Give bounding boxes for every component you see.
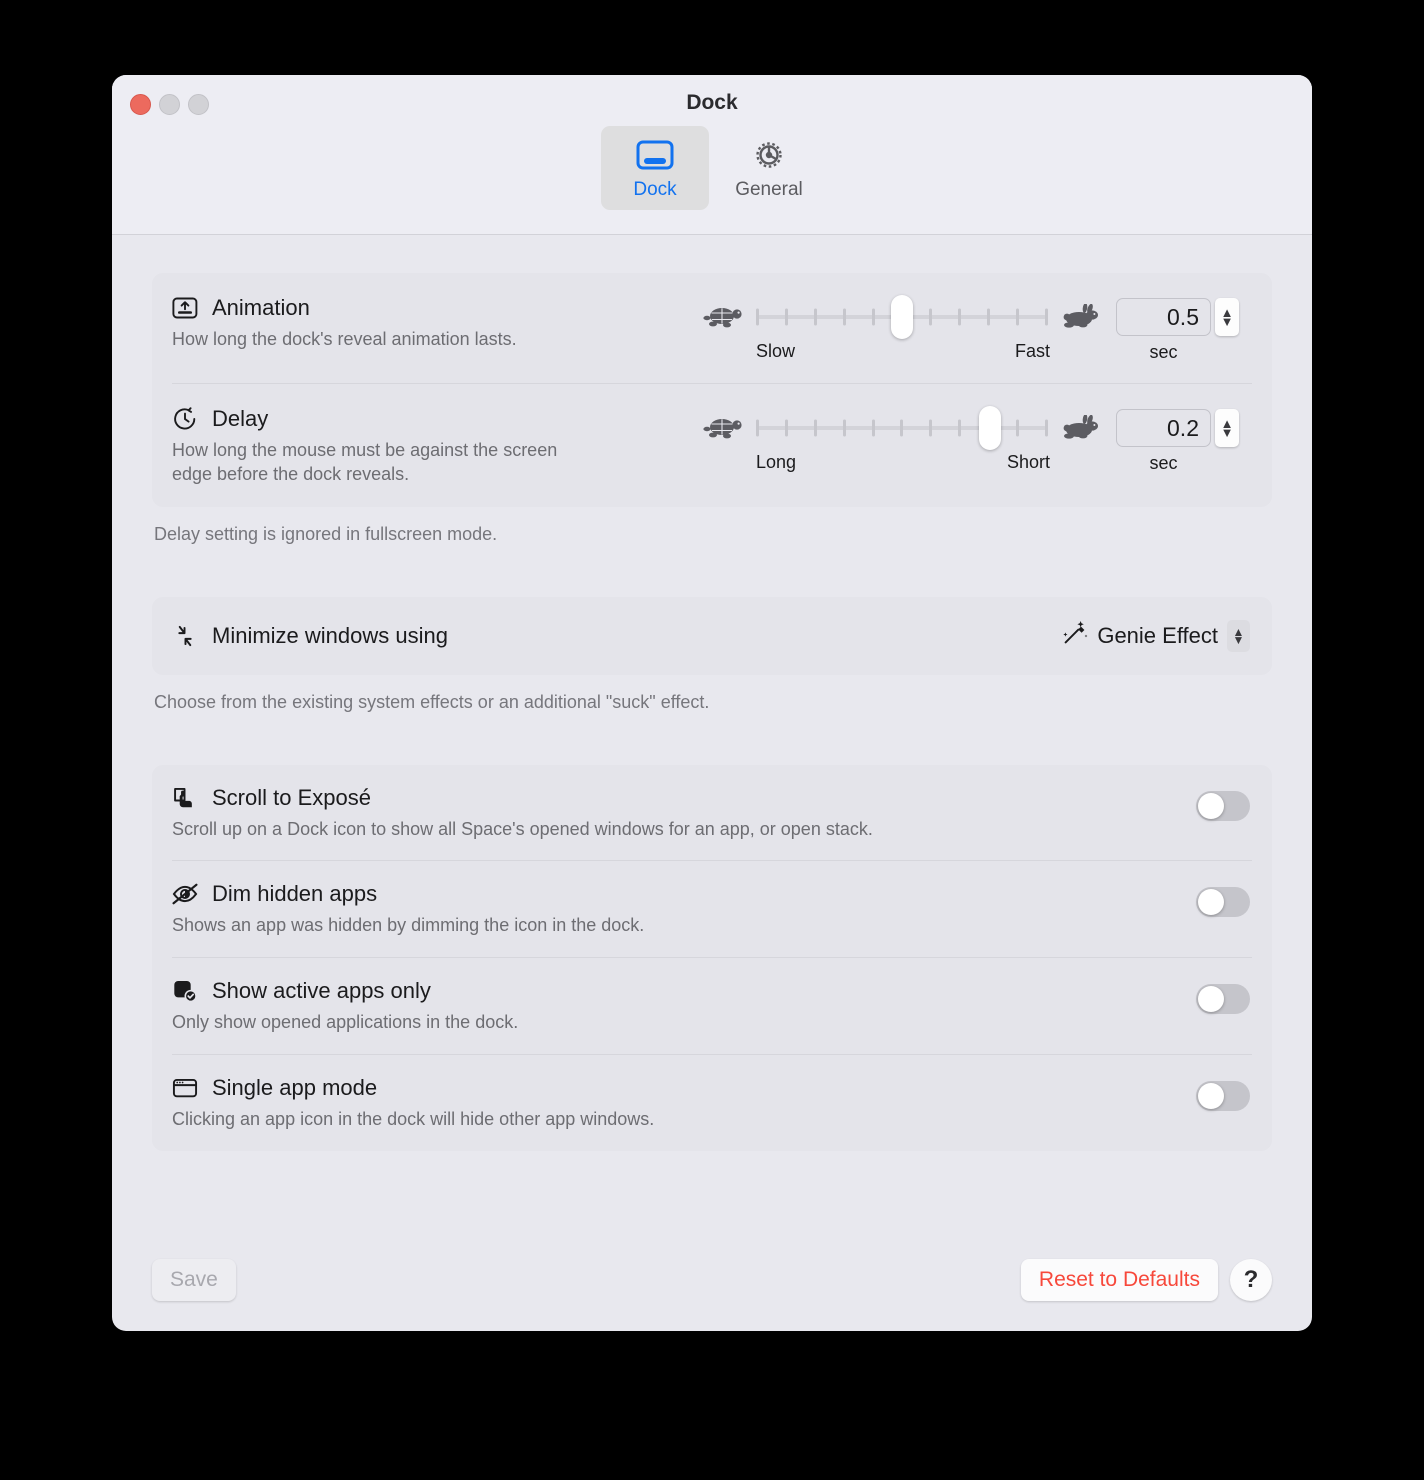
tab-general[interactable]: General [715,126,823,210]
titlebar: Dock Dock General [112,75,1312,235]
animation-unit-label: sec [1149,342,1178,362]
minimize-caption: Choose from the existing system effects … [154,691,710,712]
gear-icon [751,137,787,173]
minimize-info: Minimize windows using [172,623,1062,649]
timing-card: Animation How long the dock's reveal ani… [152,273,1272,507]
delay-value-input[interactable]: 0.2 [1116,409,1211,447]
animation-slider-min-label: Slow [756,341,796,361]
delay-stepper-block: 0.2 ▲ ▼ sec [1116,408,1250,474]
delay-stepper[interactable]: ▲ ▼ [1215,409,1239,447]
dock-icon [636,137,674,173]
delay-slider[interactable] [756,406,1048,450]
animation-row: Animation How long the dock's reveal ani… [152,273,1272,383]
timer-icon [172,406,198,432]
turtle-icon [702,415,746,441]
footer: Save Reset to Defaults ? [112,1237,1312,1331]
minimize-effect-value: Genie Effect [1097,622,1218,648]
preferences-body: Animation How long the dock's reveal ani… [112,235,1312,1237]
animation-slider-thumb[interactable] [891,295,913,339]
tab-dock[interactable]: Dock [601,126,709,210]
minimize-row: Minimize windows using Genie Effect ▲ ▼ [152,597,1272,675]
delay-unit-label: sec [1149,453,1178,473]
minimize-card: Minimize windows using Genie Effect ▲ ▼ [152,596,1272,675]
chevron-updown-icon[interactable]: ▲ ▼ [1227,619,1250,652]
options-card: Scroll to Exposé Scroll up on a Dock ico… [152,764,1272,1151]
delay-slider-max-label: Short [1006,452,1050,472]
toggle-description: Scroll up on a Dock icon to show all Spa… [172,818,873,839]
toggle-row-single-app-mode: Single app mode Clicking an app icon in … [152,1055,1272,1151]
delay-info: Delay How long the mouse must be against… [172,406,702,487]
animation-title: Animation [212,295,310,320]
delay-controls: Long Short 0.2 ▲ ▼ sec [702,406,1250,474]
help-button[interactable]: ? [1230,1259,1272,1301]
show-active-apps-only-switch[interactable] [1196,984,1250,1014]
animation-stepper-block: 0.5 ▲ ▼ sec [1116,297,1250,363]
reveal-up-icon [172,295,198,321]
toggle-row-scroll-to-expose: Scroll to Exposé Scroll up on a Dock ico… [152,765,1272,861]
tab-dock-label: Dock [633,179,677,200]
toggle-title: Dim hidden apps [212,881,378,907]
toggle-title: Show active apps only [212,978,431,1003]
toggle-description: Clicking an app icon in the dock will hi… [172,1108,655,1129]
stepper-down-icon[interactable]: ▼ [1221,426,1234,439]
minimize-title: Minimize windows using [212,622,448,648]
animation-controls: Slow Fast 0.5 ▲ ▼ sec [702,295,1250,363]
dim-hidden-apps-switch[interactable] [1196,887,1250,918]
toggle-title: Scroll to Exposé [212,784,371,810]
toggle-row-show-active-apps-only: Show active apps only Only show opened a… [152,958,1272,1054]
toggle-description: Only show opened applications in the doc… [172,1012,519,1032]
reset-to-defaults-button[interactable]: Reset to Defaults [1020,1259,1218,1301]
animation-info: Animation How long the dock's reveal ani… [172,295,702,352]
animation-slider-block: Slow Fast [702,295,1102,362]
minimize-arrows-icon [172,623,198,649]
delay-description: How long the mouse must be against the s… [172,440,558,484]
toggle-description: Shows an app was hidden by dimming the i… [172,915,645,936]
delay-row: Delay How long the mouse must be against… [152,384,1272,507]
turtle-icon [702,304,746,330]
window-icon [172,1075,198,1101]
delay-title: Delay [212,406,269,431]
toggle-title: Single app mode [212,1074,378,1100]
delay-caption: Delay setting is ignored in fullscreen m… [154,523,498,544]
rabbit-icon [1058,304,1102,330]
delay-slider-thumb[interactable] [978,406,1001,450]
minimize-effect-select[interactable]: Genie Effect ▲ ▼ [1062,619,1250,652]
rabbit-icon [1058,415,1102,441]
app-check-icon [172,978,198,1004]
eye-slash-icon [172,881,198,907]
tab-general-label: General [735,179,803,200]
tab-bar: Dock General [112,126,1312,210]
window-title: Dock [686,91,738,114]
dock-preferences-window: Dock Dock General Animation How long the… [112,75,1312,1331]
animation-value-input[interactable]: 0.5 [1116,298,1211,336]
animation-description: How long the dock's reveal animation las… [172,329,517,349]
toggle-row-dim-hidden-apps: Dim hidden apps Shows an app was hidden … [152,861,1272,957]
scroll-to-expose-switch[interactable] [1196,790,1250,821]
save-button[interactable]: Save [152,1259,236,1301]
single-app-mode-switch[interactable] [1196,1080,1250,1111]
animation-stepper[interactable]: ▲ ▼ [1215,298,1239,336]
magic-wand-icon [1062,620,1088,652]
animation-slider-max-label: Fast [1014,341,1050,361]
scroll-pointer-icon [172,785,198,811]
animation-slider[interactable] [756,295,1048,339]
delay-slider-ticks [756,419,1048,437]
stepper-down-icon[interactable]: ▼ [1221,315,1234,328]
delay-slider-block: Long Short [702,406,1102,473]
delay-slider-min-label: Long [756,452,797,472]
